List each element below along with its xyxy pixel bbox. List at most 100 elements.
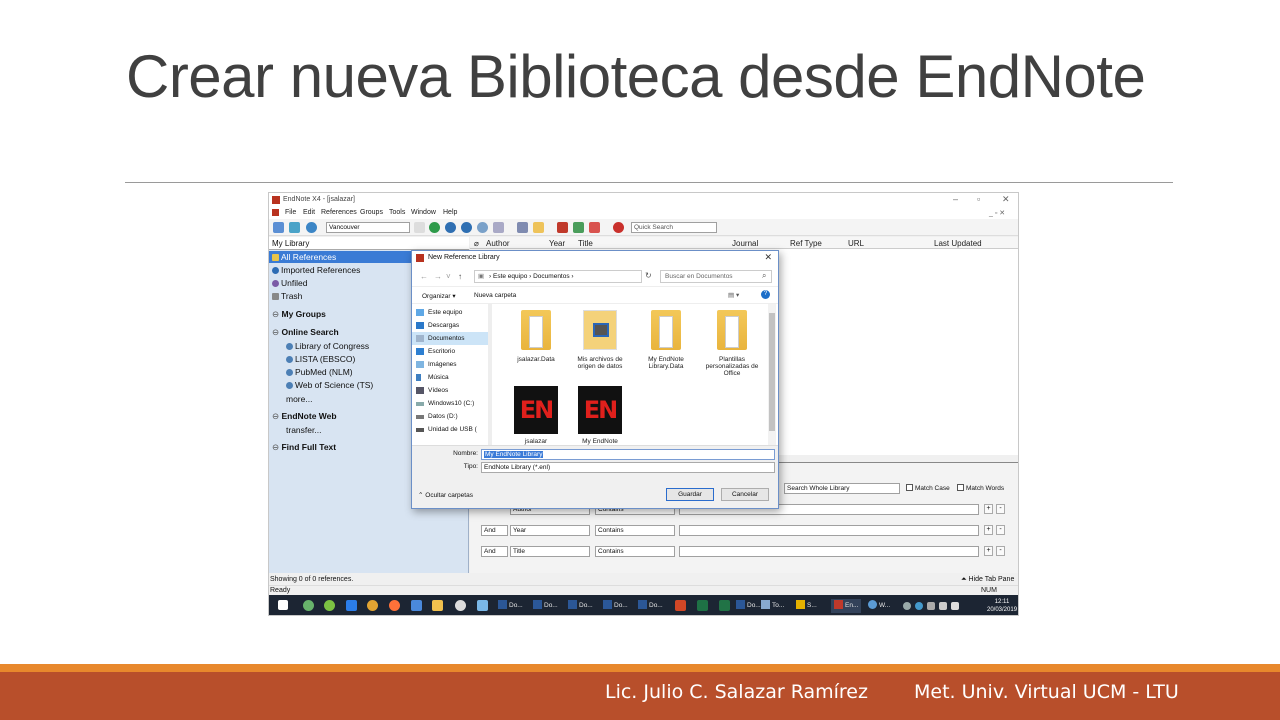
file-item[interactable]: jsalazar.Data	[508, 310, 564, 363]
cite-while-you-write-icon[interactable]	[589, 222, 600, 233]
file-item[interactable]: Mis archivos de origen de datos	[572, 310, 628, 370]
menu-help[interactable]: Help	[443, 209, 457, 216]
add-row-button[interactable]: +	[984, 504, 993, 514]
publisher-icon[interactable]	[697, 600, 708, 611]
tray-icon[interactable]	[915, 602, 923, 610]
online-pubmed[interactable]: PubMed (NLM)	[286, 367, 353, 377]
search-operator-select[interactable]: Contains	[595, 525, 675, 536]
filename-input[interactable]: My EndNote Library	[481, 449, 775, 460]
breadcrumb[interactable]: ▣ › Este equipo › Documentos ›	[474, 270, 642, 283]
online-search-mode-icon[interactable]	[289, 222, 300, 233]
tray-icon[interactable]	[927, 602, 935, 610]
nav-descargas[interactable]: Descargas	[412, 319, 490, 332]
integrated-mode-icon[interactable]	[306, 222, 317, 233]
menu-groups[interactable]: Groups	[360, 209, 383, 216]
search-field-select[interactable]: Title	[510, 546, 590, 557]
group-all-references[interactable]: All References	[272, 252, 336, 262]
find-full-text-icon[interactable]	[517, 222, 528, 233]
menu-window[interactable]: Window	[411, 209, 436, 216]
help-icon[interactable]	[613, 222, 624, 233]
new-reference-icon[interactable]	[429, 222, 440, 233]
save-icon[interactable]	[411, 600, 422, 611]
help-icon[interactable]: ?	[761, 290, 770, 299]
format-bibliography-icon[interactable]	[573, 222, 584, 233]
column-last-updated[interactable]: Last Updated	[934, 239, 982, 248]
powerpoint-icon[interactable]	[675, 600, 686, 611]
remove-row-button[interactable]: -	[996, 546, 1005, 556]
match-words-checkbox[interactable]: Match Words	[957, 484, 1004, 492]
file-item[interactable]: EN jsalazar	[508, 386, 564, 445]
column-author[interactable]: Author	[486, 239, 510, 248]
file-explorer-icon[interactable]	[432, 600, 443, 611]
view-options-icon[interactable]: ▤ ▾	[728, 291, 739, 299]
organize-button[interactable]: Organizar ▾	[422, 292, 456, 300]
open-file-icon[interactable]	[533, 222, 544, 233]
cortana-icon[interactable]	[303, 600, 314, 611]
up-icon[interactable]: ↑	[458, 272, 462, 281]
nav-imagenes[interactable]: Imágenes	[412, 358, 490, 371]
scrollbar-thumb[interactable]	[769, 313, 775, 431]
online-more-link[interactable]: more...	[286, 394, 312, 404]
file-item[interactable]: Plantillas personalizadas de Office	[704, 310, 760, 377]
chevron-down-icon[interactable]: ˅	[446, 272, 451, 281]
nav-drive-d[interactable]: Datos (D:)	[412, 410, 490, 423]
my-groups-header[interactable]: ⊖ My Groups	[272, 309, 326, 320]
column-url[interactable]: URL	[848, 239, 864, 248]
match-case-checkbox[interactable]: Match Case	[906, 484, 950, 492]
file-item[interactable]: EN My EndNote	[572, 386, 628, 445]
search-input[interactable]: Buscar en Documentos	[660, 270, 772, 283]
find-full-text-header[interactable]: ⊖ Find Full Text	[272, 442, 336, 453]
local-library-icon[interactable]	[273, 222, 284, 233]
file-item[interactable]: My EndNote Library.Data	[638, 310, 694, 370]
taskbar-app[interactable]: W...	[868, 599, 890, 613]
start-icon[interactable]	[278, 600, 288, 610]
search-scope-select[interactable]: Search Whole Library	[784, 483, 900, 494]
column-journal[interactable]: Journal	[732, 239, 758, 248]
cancel-button[interactable]: Cancelar	[721, 488, 769, 501]
boolean-select[interactable]: And	[481, 546, 508, 557]
add-row-button[interactable]: +	[984, 546, 993, 556]
taskbar-word-doc[interactable]: Do...	[498, 599, 523, 613]
endnote-web-header[interactable]: ⊖ EndNote Web	[272, 411, 337, 422]
hide-folders-toggle[interactable]: ⌃ Ocultar carpetas	[418, 491, 473, 499]
refresh-icon[interactable]: ↻	[645, 271, 652, 280]
app-icon[interactable]	[324, 600, 335, 611]
import-icon[interactable]	[461, 222, 472, 233]
excel-icon[interactable]	[719, 600, 730, 611]
hide-tab-pane-button[interactable]: ⏶ Hide Tab Pane	[961, 576, 1014, 584]
online-search-header[interactable]: ⊖ Online Search	[272, 327, 339, 338]
quick-search-input[interactable]: Quick Search	[631, 222, 717, 233]
output-style-select[interactable]: Vancouver	[326, 222, 410, 233]
tray-icon[interactable]	[903, 602, 911, 610]
export-icon[interactable]	[477, 222, 488, 233]
attachment-column-icon[interactable]: ⌀	[474, 239, 479, 248]
group-unfiled[interactable]: Unfiled	[272, 278, 307, 288]
save-button[interactable]: Guardar	[666, 488, 714, 501]
remove-row-button[interactable]: -	[996, 525, 1005, 535]
app-icon[interactable]	[346, 600, 357, 611]
app-icon[interactable]	[477, 600, 488, 611]
nav-scrollbar[interactable]	[488, 304, 492, 445]
add-row-button[interactable]: +	[984, 525, 993, 535]
taskbar-word-doc[interactable]: Do...	[568, 599, 593, 613]
transfer-link[interactable]: transfer...	[286, 425, 321, 435]
nav-videos[interactable]: Vídeos	[412, 384, 490, 397]
column-ref-type[interactable]: Ref Type	[790, 239, 822, 248]
taskbar-app[interactable]: To...	[761, 599, 784, 613]
restore-icon[interactable]: ▫	[977, 194, 980, 204]
new-folder-button[interactable]: Nueva carpeta	[474, 292, 516, 299]
taskbar-app[interactable]: S...	[796, 599, 817, 613]
close-icon[interactable]: ✕	[1002, 194, 1010, 205]
volume-icon[interactable]	[951, 602, 959, 610]
menu-tools[interactable]: Tools	[389, 209, 405, 216]
taskbar-word-doc[interactable]: Do...	[533, 599, 558, 613]
taskbar-word-doc[interactable]: Do...	[638, 599, 663, 613]
taskbar-clock[interactable]: 12:11 20/03/2019	[987, 598, 1017, 614]
app-icon[interactable]	[455, 600, 466, 611]
taskbar-word-doc[interactable]: Do...	[736, 599, 761, 613]
menu-edit[interactable]: Edit	[303, 209, 315, 216]
breadcrumb-documentos[interactable]: Documentos	[533, 273, 570, 280]
nav-musica[interactable]: Música	[412, 371, 490, 384]
chrome-icon[interactable]	[367, 600, 378, 611]
network-icon[interactable]	[939, 602, 947, 610]
